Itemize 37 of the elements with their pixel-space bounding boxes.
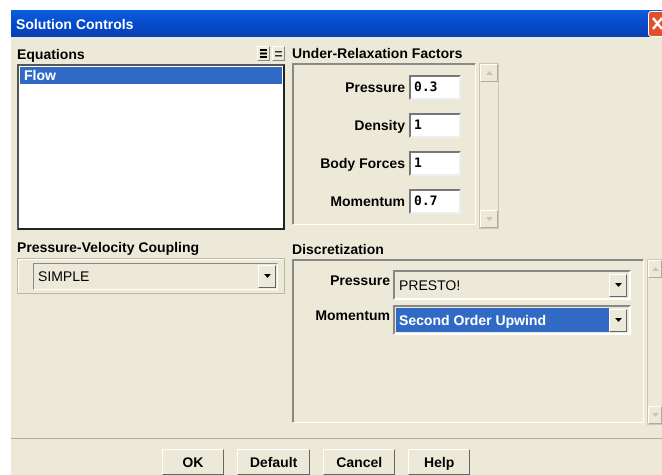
scheme-dropdown[interactable]: PRESTO! (393, 270, 631, 300)
input-field[interactable]: 0.7 (409, 188, 461, 214)
section-label: Equations (17, 46, 85, 62)
section-label: Under-Relaxation Factors (292, 45, 464, 61)
scheme-dropdown[interactable]: Second Order Upwind (393, 305, 631, 335)
caret-icon (614, 318, 622, 322)
scrollbar[interactable] (479, 63, 499, 229)
field-label: Pressure (345, 79, 405, 95)
equals-icon (275, 50, 282, 56)
input-field[interactable]: 1 (409, 112, 461, 138)
input-field[interactable]: 1 (409, 150, 461, 176)
close-icon[interactable] (648, 10, 662, 36)
field-label: Momentum (330, 193, 405, 209)
input-field[interactable]: 0.3 (409, 74, 461, 100)
dialog-button[interactable]: Help (408, 449, 470, 475)
dialog-button[interactable]: Default (236, 449, 310, 475)
field-label: Momentum (314, 307, 390, 323)
up-arrow-icon (652, 267, 658, 271)
window-title: Solution Controls (15, 16, 134, 32)
caret-icon (264, 274, 270, 278)
select-all-button[interactable] (257, 46, 270, 61)
list-item[interactable]: Flow (20, 67, 282, 84)
dialog-button[interactable]: OK (162, 449, 224, 475)
coupling-dropdown[interactable]: SIMPLE (33, 262, 278, 290)
down-arrow-icon (652, 413, 658, 417)
field-label: Pressure (329, 272, 390, 288)
up-arrow-icon (486, 71, 492, 75)
dialog-button[interactable]: Cancel (323, 449, 396, 475)
scrollbar[interactable] (647, 259, 662, 425)
down-arrow-icon (486, 217, 492, 221)
caret-icon (614, 283, 622, 287)
deselect-all-button[interactable] (272, 46, 285, 61)
list-icon (260, 49, 267, 58)
field-label: Density (354, 117, 405, 133)
section-label: Discretization (292, 241, 385, 257)
section-label: Pressure-Velocity Coupling (17, 239, 200, 255)
field-label: Body Forces (320, 155, 405, 171)
